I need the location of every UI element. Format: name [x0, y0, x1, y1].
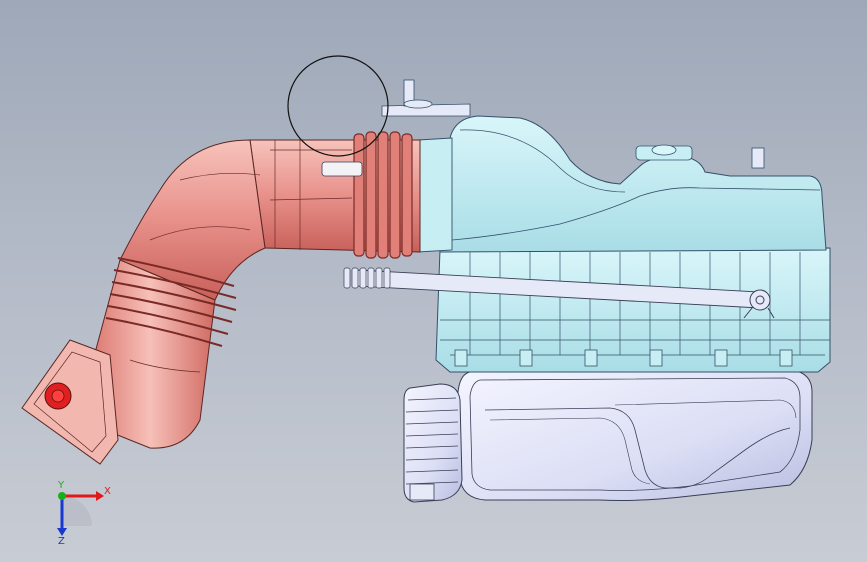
outlet-pipe[interactable] [403, 383, 463, 503]
flange-port [44, 382, 72, 410]
intake-duct[interactable] [84, 131, 421, 449]
x-axis-label: X [104, 486, 111, 497]
z-axis-arrow-icon [57, 528, 67, 536]
z-axis-label: Z [58, 536, 65, 547]
view-triad[interactable]: X Y Z [57, 480, 111, 547]
x-axis-arrow-icon [96, 491, 104, 501]
lower-tray[interactable] [457, 369, 813, 501]
air-filter-box[interactable] [381, 79, 831, 373]
mounting-flange[interactable] [21, 339, 119, 465]
cad-viewport[interactable]: X Y Z [0, 0, 867, 562]
y-axis-label: Y [57, 480, 65, 491]
y-axis-dot-icon [58, 492, 66, 500]
